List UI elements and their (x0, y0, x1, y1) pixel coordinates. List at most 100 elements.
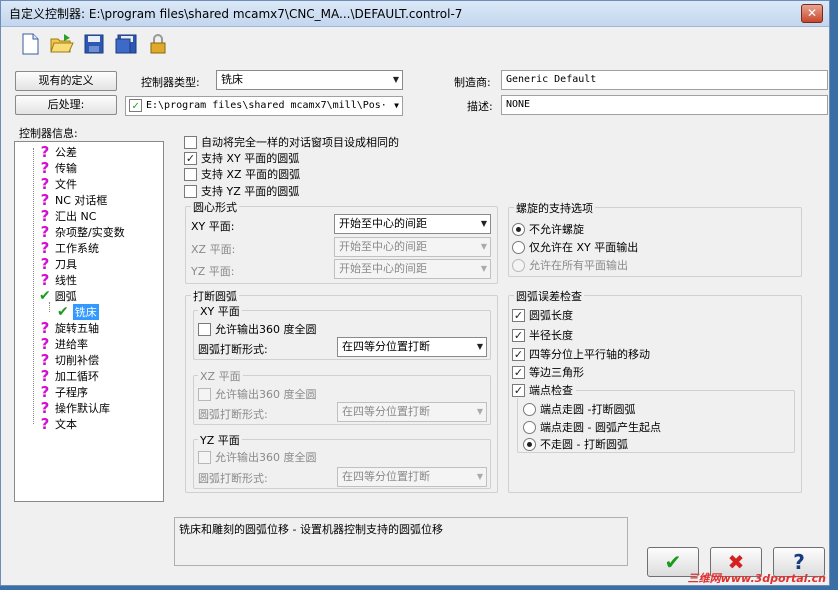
yz-allow360-checkbox[interactable]: 允许输出360 度全圆 (198, 449, 317, 465)
window-title: 自定义控制器: E:\program files\shared mcamx7\C… (9, 7, 463, 21)
radio-circle (523, 437, 536, 451)
radius-length-checkbox[interactable]: ✓ 半径长度 (512, 327, 573, 343)
tree-item-label: 刀具 (55, 258, 77, 271)
tree-item-work-system[interactable]: ? 工作系统 (39, 240, 99, 256)
controller-type-select[interactable]: 铣床 ▼ (216, 70, 403, 90)
controller-type-value: 铣床 (221, 73, 243, 86)
radio-circle (512, 258, 525, 272)
tree-item-export-nc[interactable]: ? 汇出 NC (39, 208, 97, 224)
checkbox-box (184, 167, 197, 181)
chevron-down-icon: ▼ (480, 242, 487, 251)
arc-check-title: 圆弧误差检查 (514, 288, 584, 304)
helix-none-radio[interactable]: 不允许螺旋 (512, 221, 584, 237)
tree-item-canned-cycle[interactable]: ? 加工循环 (39, 368, 99, 384)
endpoint-checkbox[interactable]: ✓ 端点检查 (512, 382, 576, 398)
tree-item-tools[interactable]: ? 刀具 (39, 256, 77, 272)
select-value: 在四等分位置打断 (342, 470, 430, 483)
toolbar (17, 31, 171, 57)
radio-circle (523, 420, 536, 434)
xy-break-form-select[interactable]: 在四等分位置打断 ▼ (337, 337, 487, 357)
tree-item-op-defaults[interactable]: ? 操作默认库 (39, 400, 110, 416)
checkbox-label: 允许输出360 度全圆 (215, 388, 317, 401)
auto-same-checkbox[interactable]: 自动将完全一样的对话窗项目设成相同的 (184, 134, 399, 150)
xz-allow360-checkbox[interactable]: 允许输出360 度全圆 (198, 386, 317, 402)
helix-xy-only-radio[interactable]: 仅允许在 XY 平面输出 (512, 239, 638, 255)
helix-all-planes-radio[interactable]: 允许在所有平面输出 (512, 257, 628, 273)
checkbox-box (198, 450, 211, 464)
controller-info-label: 控制器信息: (19, 127, 78, 140)
radio-label: 端点走圆 - 圆弧产生起点 (540, 421, 661, 434)
radio-label: 不允许螺旋 (529, 223, 584, 236)
quadrant-move-checkbox[interactable]: ✓ 四等分位上平行轴的移动 (512, 346, 650, 362)
isosceles-checkbox[interactable]: ✓ 等边三角形 (512, 364, 584, 380)
post-path-checkbox[interactable]: ✓ (129, 99, 142, 112)
checkbox-box: ✓ (512, 308, 525, 322)
xy-arc-checkbox[interactable]: ✓ 支持 XY 平面的圆弧 (184, 150, 299, 166)
xy-allow360-checkbox[interactable]: 允许输出360 度全圆 (198, 321, 317, 337)
checkbox-label: 端点检查 (529, 384, 573, 397)
radio-circle (512, 240, 525, 254)
tree-item-linear[interactable]: ? 线性 (39, 272, 77, 288)
save-icon[interactable] (81, 31, 107, 57)
tree-item-arc[interactable]: ✔ 圆弧 (39, 288, 77, 304)
checkbox-label: 等边三角形 (529, 366, 584, 379)
tree-item-subprogram[interactable]: ? 子程序 (39, 384, 88, 400)
description-field[interactable]: NONE (501, 95, 828, 115)
tree-item-label: 文本 (55, 418, 77, 431)
checkbox-label: 圆弧长度 (529, 309, 573, 322)
tree-item-nc-dialog[interactable]: ? NC 对话框 (39, 192, 108, 208)
endpoint-start-radio[interactable]: 端点走圆 - 圆弧产生起点 (523, 419, 661, 435)
help-description-text: 铣床和雕刻的圆弧位移 - 设置机器控制支持的圆弧位移 (179, 523, 443, 536)
select-value: 开始至中心的间距 (339, 240, 427, 253)
checkbox-label: 四等分位上平行轴的移动 (529, 348, 650, 361)
post-processor-button[interactable]: 后处理: (15, 95, 117, 115)
lock-icon[interactable] (145, 31, 171, 57)
tree-item-transfer[interactable]: ? 传输 (39, 160, 77, 176)
checkbox-box: ✓ (512, 383, 525, 397)
checkbox-box (198, 387, 211, 401)
question-icon: ? (40, 335, 50, 353)
question-icon: ? (40, 367, 50, 385)
yz-arc-checkbox[interactable]: 支持 YZ 平面的圆弧 (184, 183, 299, 199)
yz-center-select[interactable]: 开始至中心的间距 ▼ (334, 259, 491, 279)
question-icon: ? (40, 415, 50, 433)
close-icon[interactable]: ✕ (801, 4, 823, 23)
tree-item-label: 加工循环 (55, 370, 99, 383)
radio-circle (512, 222, 525, 236)
tree-item-text[interactable]: ? 文本 (39, 416, 77, 432)
tree-item-label: 子程序 (55, 386, 88, 399)
post-path-value: E:\program files\shared mcamx7\mill\Pos· (146, 100, 387, 111)
question-icon: ? (40, 255, 50, 273)
new-file-icon[interactable] (17, 31, 43, 57)
xz-center-select[interactable]: 开始至中心的间距 ▼ (334, 237, 491, 257)
endpoint-break-radio[interactable]: 端点走圆 -打断圆弧 (523, 401, 635, 417)
checkbox-label: 支持 XY 平面的圆弧 (201, 152, 300, 165)
chevron-down-icon: ▼ (476, 342, 483, 351)
controller-tree[interactable]: ? 公差 ? 传输 ? 文件 ? NC 对话框 ? 汇出 NC ? 杂项整/实变数 ? 工作系… (14, 141, 164, 502)
tree-item-misc-vars[interactable]: ? 杂项整/实变数 (39, 224, 125, 240)
break-xz-title: XZ 平面 (198, 368, 243, 384)
manufacturer-field[interactable]: Generic Default (501, 70, 828, 90)
xy-center-select[interactable]: 开始至中心的间距 ▼ (334, 214, 491, 234)
select-value: 开始至中心的间距 (339, 217, 427, 230)
arc-length-checkbox[interactable]: ✓ 圆弧长度 (512, 307, 573, 323)
checkbox-label: 半径长度 (529, 329, 573, 342)
break-yz-title: YZ 平面 (198, 432, 242, 448)
yz-break-form-select[interactable]: 在四等分位置打断 ▼ (337, 467, 487, 487)
existing-definition-button[interactable]: 现有的定义 (15, 71, 117, 91)
tree-item-mill[interactable]: ✔ 铣床 (57, 304, 99, 320)
chevron-down-icon: ▼ (476, 407, 483, 416)
checkbox-label: 允许输出360 度全圆 (215, 451, 317, 464)
xz-arc-checkbox[interactable]: 支持 XZ 平面的圆弧 (184, 166, 300, 182)
tree-item-file[interactable]: ? 文件 (39, 176, 77, 192)
xz-break-form-select[interactable]: 在四等分位置打断 ▼ (337, 402, 487, 422)
tree-item-cutter-comp[interactable]: ? 切削补偿 (39, 352, 99, 368)
check-icon: ✔ (664, 550, 682, 574)
tree-item-feedrate[interactable]: ? 进给率 (39, 336, 88, 352)
tree-item-tolerance[interactable]: ? 公差 (39, 144, 77, 160)
open-folder-icon[interactable] (49, 31, 75, 57)
post-path-field[interactable]: ✓ E:\program files\shared mcamx7\mill\Po… (125, 96, 403, 116)
save-as-icon[interactable] (113, 31, 139, 57)
no-circle-break-radio[interactable]: 不走圆 - 打断圆弧 (523, 436, 628, 452)
tree-item-rotary-5axis[interactable]: ? 旋转五轴 (39, 320, 99, 336)
